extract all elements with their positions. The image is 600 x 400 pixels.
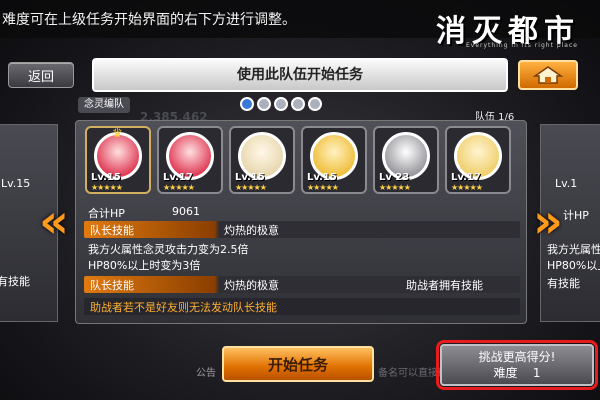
prev-team-skill-text: 有技能 bbox=[0, 275, 30, 288]
member-stars: ★★★★★ bbox=[379, 183, 411, 192]
next-team-line3: 有技能 bbox=[547, 277, 580, 290]
leader-skill-desc1: 我方火属性念灵攻击力变为2.5倍 bbox=[88, 243, 249, 256]
member-stars: ★★★★★ bbox=[235, 183, 267, 192]
member-level: Lv.17 bbox=[163, 172, 193, 183]
prev-team-arrow-icon[interactable]: « bbox=[34, 194, 74, 248]
hp-label: 合计HP bbox=[88, 207, 125, 220]
next-team-level: Lv.1 bbox=[555, 177, 578, 190]
logo-tagline: Everything in its right place bbox=[466, 42, 578, 49]
title-banner: 使用此队伍开始任务 bbox=[92, 58, 508, 92]
leader-skill-desc2: HP80%以上时变为3倍 bbox=[88, 259, 201, 272]
member-level: Lv 23 bbox=[379, 172, 410, 183]
member-slot[interactable]: ♛ Lv.15 ★★★★★ bbox=[85, 126, 151, 194]
member-level: Lv.15 bbox=[235, 172, 265, 183]
helper-has-skill: 助战者拥有技能 bbox=[406, 279, 483, 292]
member-level: Lv.15 bbox=[307, 172, 337, 183]
page-title: 使用此队伍开始任务 bbox=[237, 67, 363, 83]
leader-skill-label: 队长技能 bbox=[90, 224, 134, 237]
helper-warning-bar: 助战者若不是好友则无法发动队长技能 bbox=[84, 298, 520, 315]
page-dot[interactable] bbox=[240, 97, 254, 111]
difficulty-row: 难度 1 bbox=[442, 365, 592, 381]
game-logo: 消灭都市 Everything in its right place bbox=[436, 6, 580, 52]
home-icon bbox=[533, 66, 563, 84]
leader-skill-name: 灼热的极意 bbox=[224, 224, 279, 237]
difficulty-value: 1 bbox=[532, 366, 541, 380]
member-stars: ★★★★★ bbox=[163, 183, 195, 192]
hint-text: 难度可在上级任务开始界面的右下方进行调整。 bbox=[2, 12, 296, 28]
difficulty-label: 难度 bbox=[493, 366, 518, 380]
member-level: Lv.15 bbox=[91, 172, 121, 183]
announcement-label[interactable]: 公告 bbox=[196, 364, 216, 379]
crown-icon: ♛ bbox=[112, 126, 123, 140]
challenge-label: 挑战更高得分! bbox=[478, 350, 556, 364]
page-dot[interactable] bbox=[274, 97, 288, 111]
background-message: 备名可以直接确 bbox=[378, 368, 448, 379]
member-slot[interactable]: Lv 23 ★★★★★ bbox=[373, 126, 439, 194]
member-stars: ★★★★★ bbox=[307, 183, 339, 192]
home-button[interactable] bbox=[518, 60, 578, 90]
member-slot[interactable]: Lv.17 ★★★★★ bbox=[157, 126, 223, 194]
helper-warning: 助战者若不是好友则无法发动队长技能 bbox=[90, 301, 277, 314]
helper-skill-bar: 队长技能 灼热的极意 助战者拥有技能 bbox=[84, 276, 520, 293]
start-mission-button[interactable]: 开始任务 bbox=[222, 346, 374, 382]
member-level: Lv.17 bbox=[451, 172, 481, 183]
member-stars: ★★★★★ bbox=[451, 183, 483, 192]
back-button[interactable]: 返回 bbox=[8, 62, 74, 88]
next-team-line2: HP80%以上 bbox=[547, 259, 600, 272]
page-dots bbox=[240, 97, 322, 111]
member-slot[interactable]: Lv.15 ★★★★★ bbox=[301, 126, 367, 194]
leader-skill-bar: 队长技能 灼热的极意 bbox=[84, 221, 520, 238]
start-mission-label: 开始任务 bbox=[267, 355, 328, 374]
team-name-badge: 念灵编队 bbox=[78, 97, 130, 113]
page-dot[interactable] bbox=[257, 97, 271, 111]
page-dot[interactable] bbox=[291, 97, 305, 111]
member-row: ♛ Lv.15 ★★★★★ Lv.17 ★★★★★ Lv.15 ★★★★★ Lv… bbox=[85, 126, 519, 194]
page-dot[interactable] bbox=[308, 97, 322, 111]
helper-skill-label: 队长技能 bbox=[90, 279, 134, 292]
member-slot[interactable]: Lv.17 ★★★★★ bbox=[445, 126, 511, 194]
prev-team-level: Lv.15 bbox=[1, 177, 31, 190]
member-stars: ★★★★★ bbox=[91, 183, 123, 192]
challenge-higher-score-button[interactable]: 挑战更高得分! 难度 1 bbox=[436, 340, 598, 390]
member-slot[interactable]: Lv.15 ★★★★★ bbox=[229, 126, 295, 194]
hp-value: 9061 bbox=[172, 205, 200, 218]
next-team-arrow-icon[interactable]: » bbox=[528, 194, 568, 248]
back-button-label: 返回 bbox=[27, 69, 54, 85]
helper-skill-name: 灼热的极意 bbox=[224, 279, 279, 292]
